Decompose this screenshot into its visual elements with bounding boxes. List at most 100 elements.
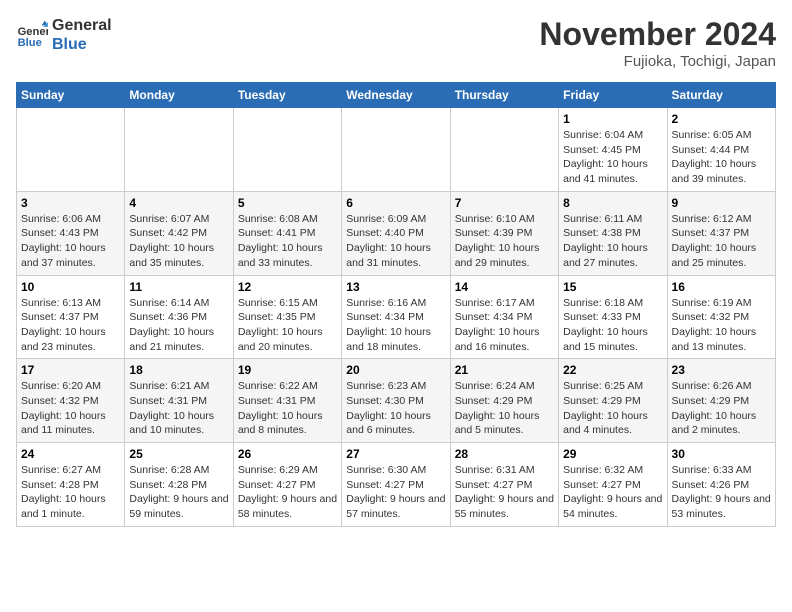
calendar-cell: 11 Sunrise: 6:14 AM Sunset: 4:36 PM Dayli… (125, 275, 233, 359)
day-number: 11 (129, 280, 228, 294)
calendar-cell: 12Sunrise: 6:15 AM Sunset: 4:35 PM Dayli… (233, 275, 341, 359)
day-number: 16 (672, 280, 771, 294)
day-info: Sunrise: 6:09 AM Sunset: 4:40 PM Dayligh… (346, 212, 445, 271)
calendar-cell: 24 Sunrise: 6:27 AM Sunset: 4:28 PM Dayli… (17, 443, 125, 527)
weekday-header: Sunday (17, 83, 125, 108)
calendar-cell: 15 Sunrise: 6:18 AM Sunset: 4:33 PM Dayli… (559, 275, 667, 359)
calendar-cell: 18 Sunrise: 6:21 AM Sunset: 4:31 PM Dayli… (125, 359, 233, 443)
day-number: 10 (21, 280, 120, 294)
day-number: 2 (672, 112, 771, 126)
day-info: Sunrise: 6:06 AM Sunset: 4:43 PM Dayligh… (21, 212, 120, 271)
day-number: 27 (346, 447, 445, 461)
svg-text:Blue: Blue (18, 37, 42, 49)
day-info: Sunrise: 6:10 AM Sunset: 4:39 PM Dayligh… (455, 212, 554, 271)
calendar-cell: 27 Sunrise: 6:30 AM Sunset: 4:27 PM Dayli… (342, 443, 450, 527)
day-number: 18 (129, 363, 228, 377)
day-number: 3 (21, 196, 120, 210)
day-info: Sunrise: 6:08 AM Sunset: 4:41 PM Dayligh… (238, 212, 337, 271)
day-info: Sunrise: 6:23 AM Sunset: 4:30 PM Dayligh… (346, 379, 445, 438)
location: Fujioka, Tochigi, Japan (539, 53, 776, 70)
calendar-cell: 7 Sunrise: 6:10 AM Sunset: 4:39 PM Daylig… (450, 191, 558, 275)
day-number: 5 (238, 196, 337, 210)
calendar-cell: 16Sunrise: 6:19 AM Sunset: 4:32 PM Dayli… (667, 275, 775, 359)
day-number: 1 (563, 112, 662, 126)
day-number: 4 (129, 196, 228, 210)
calendar-cell: 28 Sunrise: 6:31 AM Sunset: 4:27 PM Dayli… (450, 443, 558, 527)
calendar-cell: 3 Sunrise: 6:06 AM Sunset: 4:43 PM Daylig… (17, 191, 125, 275)
calendar-cell (17, 108, 125, 192)
day-number: 7 (455, 196, 554, 210)
calendar-cell: 22 Sunrise: 6:25 AM Sunset: 4:29 PM Dayli… (559, 359, 667, 443)
title-block: November 2024 Fujioka, Tochigi, Japan (539, 16, 776, 70)
calendar-week-row: 3 Sunrise: 6:06 AM Sunset: 4:43 PM Daylig… (17, 191, 776, 275)
day-number: 28 (455, 447, 554, 461)
day-info: Sunrise: 6:14 AM Sunset: 4:36 PM Dayligh… (129, 296, 228, 355)
day-info: Sunrise: 6:25 AM Sunset: 4:29 PM Dayligh… (563, 379, 662, 438)
day-number: 17 (21, 363, 120, 377)
day-number: 23 (672, 363, 771, 377)
day-info: Sunrise: 6:13 AM Sunset: 4:37 PM Dayligh… (21, 296, 120, 355)
day-number: 20 (346, 363, 445, 377)
calendar-cell: 30 Sunrise: 6:33 AM Sunset: 4:26 PM Dayli… (667, 443, 775, 527)
weekday-header: Saturday (667, 83, 775, 108)
day-number: 30 (672, 447, 771, 461)
calendar-cell (450, 108, 558, 192)
logo: General Blue General Blue (16, 16, 112, 54)
day-info: Sunrise: 6:05 AM Sunset: 4:44 PM Dayligh… (672, 128, 771, 187)
weekday-header: Wednesday (342, 83, 450, 108)
day-info: Sunrise: 6:32 AM Sunset: 4:27 PM Dayligh… (563, 463, 662, 522)
day-info: Sunrise: 6:26 AM Sunset: 4:29 PM Dayligh… (672, 379, 771, 438)
calendar-cell: 23 Sunrise: 6:26 AM Sunset: 4:29 PM Dayli… (667, 359, 775, 443)
day-number: 21 (455, 363, 554, 377)
day-info: Sunrise: 6:07 AM Sunset: 4:42 PM Dayligh… (129, 212, 228, 271)
day-number: 6 (346, 196, 445, 210)
weekday-header: Tuesday (233, 83, 341, 108)
calendar-cell: 9Sunrise: 6:12 AM Sunset: 4:37 PM Daylig… (667, 191, 775, 275)
calendar-cell (233, 108, 341, 192)
calendar-cell: 13 Sunrise: 6:16 AM Sunset: 4:34 PM Dayli… (342, 275, 450, 359)
logo-line1: General (52, 16, 112, 35)
day-number: 14 (455, 280, 554, 294)
calendar-cell: 17 Sunrise: 6:20 AM Sunset: 4:32 PM Dayli… (17, 359, 125, 443)
day-number: 22 (563, 363, 662, 377)
month-title: November 2024 (539, 16, 776, 53)
calendar-week-row: 17 Sunrise: 6:20 AM Sunset: 4:32 PM Dayli… (17, 359, 776, 443)
day-info: Sunrise: 6:33 AM Sunset: 4:26 PM Dayligh… (672, 463, 771, 522)
day-info: Sunrise: 6:15 AM Sunset: 4:35 PM Dayligh… (238, 296, 337, 355)
calendar-cell: 8Sunrise: 6:11 AM Sunset: 4:38 PM Daylig… (559, 191, 667, 275)
calendar-cell: 6 Sunrise: 6:09 AM Sunset: 4:40 PM Daylig… (342, 191, 450, 275)
calendar-cell: 26Sunrise: 6:29 AM Sunset: 4:27 PM Dayli… (233, 443, 341, 527)
day-number: 15 (563, 280, 662, 294)
calendar: SundayMondayTuesdayWednesdayThursdayFrid… (16, 82, 776, 527)
calendar-cell: 20 Sunrise: 6:23 AM Sunset: 4:30 PM Dayli… (342, 359, 450, 443)
weekday-header: Monday (125, 83, 233, 108)
day-info: Sunrise: 6:24 AM Sunset: 4:29 PM Dayligh… (455, 379, 554, 438)
day-info: Sunrise: 6:18 AM Sunset: 4:33 PM Dayligh… (563, 296, 662, 355)
calendar-cell (125, 108, 233, 192)
day-number: 25 (129, 447, 228, 461)
day-number: 26 (238, 447, 337, 461)
calendar-cell: 1Sunrise: 6:04 AM Sunset: 4:45 PM Daylig… (559, 108, 667, 192)
day-info: Sunrise: 6:17 AM Sunset: 4:34 PM Dayligh… (455, 296, 554, 355)
day-number: 8 (563, 196, 662, 210)
calendar-week-row: 24 Sunrise: 6:27 AM Sunset: 4:28 PM Dayli… (17, 443, 776, 527)
day-info: Sunrise: 6:20 AM Sunset: 4:32 PM Dayligh… (21, 379, 120, 438)
day-info: Sunrise: 6:16 AM Sunset: 4:34 PM Dayligh… (346, 296, 445, 355)
day-number: 24 (21, 447, 120, 461)
calendar-cell: 10 Sunrise: 6:13 AM Sunset: 4:37 PM Dayli… (17, 275, 125, 359)
calendar-cell: 5 Sunrise: 6:08 AM Sunset: 4:41 PM Daylig… (233, 191, 341, 275)
calendar-week-row: 1Sunrise: 6:04 AM Sunset: 4:45 PM Daylig… (17, 108, 776, 192)
day-number: 13 (346, 280, 445, 294)
day-info: Sunrise: 6:12 AM Sunset: 4:37 PM Dayligh… (672, 212, 771, 271)
calendar-cell: 19Sunrise: 6:22 AM Sunset: 4:31 PM Dayli… (233, 359, 341, 443)
weekday-header: Thursday (450, 83, 558, 108)
calendar-cell: 21 Sunrise: 6:24 AM Sunset: 4:29 PM Dayli… (450, 359, 558, 443)
day-info: Sunrise: 6:28 AM Sunset: 4:28 PM Dayligh… (129, 463, 228, 522)
day-info: Sunrise: 6:27 AM Sunset: 4:28 PM Dayligh… (21, 463, 120, 522)
day-info: Sunrise: 6:21 AM Sunset: 4:31 PM Dayligh… (129, 379, 228, 438)
logo-icon: General Blue (16, 19, 48, 51)
day-number: 19 (238, 363, 337, 377)
day-info: Sunrise: 6:31 AM Sunset: 4:27 PM Dayligh… (455, 463, 554, 522)
day-info: Sunrise: 6:30 AM Sunset: 4:27 PM Dayligh… (346, 463, 445, 522)
calendar-cell (342, 108, 450, 192)
